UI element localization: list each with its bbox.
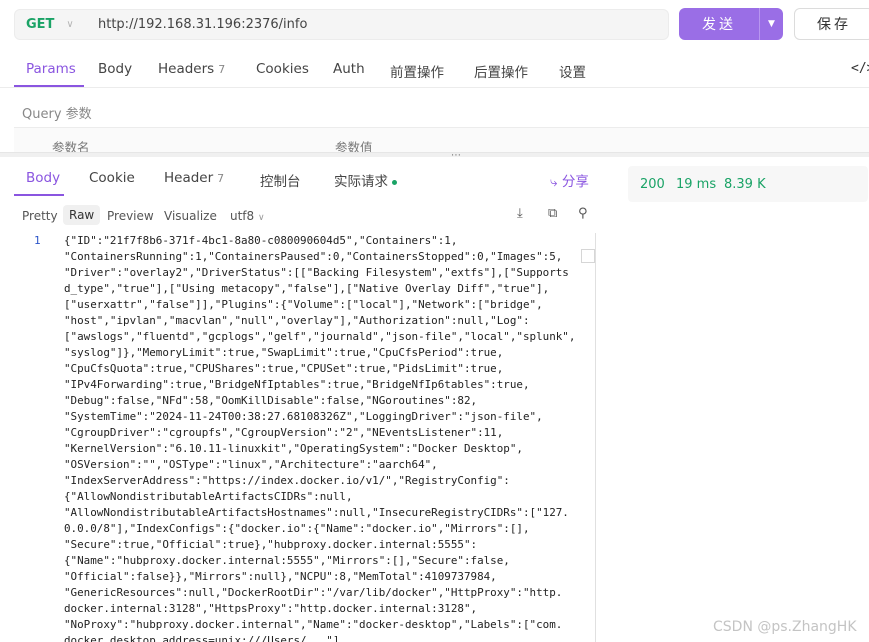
code-line: "host","ipvlan","macvlan","null","overla… — [64, 314, 530, 327]
active-tab-indicator — [14, 85, 84, 87]
tab-params[interactable]: Params — [26, 61, 76, 77]
code-line: "Debug":false,"NFd":58,"OomKillDisable":… — [64, 394, 478, 407]
response-tabs: Body Cookie Header 7 控制台 实际请求 ⤷ 分享 — [0, 160, 612, 197]
encoding-label: utf8 — [230, 209, 255, 223]
response-toolbar: Pretty Raw Preview Visualize utf8 ∨ ⤓ ⧉ … — [0, 200, 612, 228]
save-button[interactable]: 保存 — [794, 8, 869, 40]
code-line: "SystemTime":"2024-11-24T00:38:27.681083… — [64, 410, 543, 423]
tab-body[interactable]: Body — [98, 61, 132, 77]
line-number: 1 — [34, 234, 41, 247]
code-line: "ContainersRunning":1,"ContainersPaused"… — [64, 250, 563, 263]
tab-headers[interactable]: Headers 7 — [158, 61, 225, 77]
tab-headers-label: Headers — [158, 61, 215, 77]
search-icon[interactable]: ⚲ — [578, 206, 588, 221]
tab-settings[interactable]: 设置 — [559, 61, 586, 81]
active-response-tab-indicator — [14, 194, 64, 196]
code-line: "CpuCfsQuota":true,"CPUShares":true,"CPU… — [64, 362, 504, 375]
method-select[interactable]: GET ∨ — [15, 17, 87, 32]
format-preview[interactable]: Preview — [107, 206, 154, 226]
send-button[interactable]: 发送 ▼ — [679, 8, 783, 40]
chevron-down-icon[interactable]: ▼ — [759, 8, 783, 40]
code-line: "OSVersion":"","OSType":"linux","Archite… — [64, 458, 438, 471]
code-icon[interactable]: </> — [851, 61, 869, 76]
response-time: 19 ms — [676, 177, 717, 192]
url-bar[interactable]: GET ∨ http://192.168.31.196:2376/info — [14, 9, 669, 40]
query-params-title: Query 参数 — [22, 107, 92, 122]
method-label: GET — [26, 17, 55, 32]
code-line: "Secure":true,"Official":true},"hubproxy… — [64, 538, 478, 551]
code-line: "Official":false}},"Mirrors":null},"NCPU… — [64, 570, 497, 583]
panel-splitter[interactable] — [0, 152, 869, 157]
format-pretty[interactable]: Pretty — [22, 206, 58, 226]
url-input[interactable]: http://192.168.31.196:2376/info — [87, 17, 307, 32]
response-status-panel: 200 19 ms 8.39 K — [628, 166, 868, 202]
cursor-marker — [581, 249, 595, 263]
share-label: 分享 — [561, 174, 589, 190]
copy-icon[interactable]: ⧉ — [548, 206, 557, 221]
chevron-down-icon: ∨ — [258, 213, 265, 223]
code-line: "KernelVersion":"6.10.11-linuxkit","Oper… — [64, 442, 523, 455]
code-line: "Driver":"overlay2","DriverStatus":[["Ba… — [64, 266, 569, 279]
request-tabs: Params Body Headers 7 Cookies Auth 前置操作 后… — [0, 52, 869, 88]
response-size: 8.39 K — [724, 177, 766, 192]
response-body-text[interactable]: {"ID":"21f7f8b6-371f-4bc1-8a80-c08009060… — [64, 233, 584, 642]
response-body-editor[interactable]: 1 {"ID":"21f7f8b6-371f-4bc1-8a80-c080090… — [0, 233, 600, 642]
code-line: d_type","true"],["Using metacopy","false… — [64, 282, 550, 295]
code-line: {"AllowNondistributableArtifactsCIDRs":n… — [64, 490, 353, 503]
code-line: 0.0.0/8"],"IndexConfigs":{"docker.io":{"… — [64, 522, 530, 535]
code-line: docker.internal:3128","HttpsProxy":"http… — [64, 602, 478, 615]
tab-auth[interactable]: Auth — [333, 61, 365, 77]
code-line: "syslog"]},"MemoryLimit":true,"SwapLimit… — [64, 346, 504, 359]
format-visualize[interactable]: Visualize — [164, 206, 217, 226]
code-line: ["awslogs","fluentd","gcplogs","gelf","j… — [64, 330, 576, 343]
watermark: CSDN @ps.ZhangHK — [713, 619, 857, 635]
code-line: docker.desktop.address=unix:///Users/...… — [64, 634, 340, 642]
download-icon[interactable]: ⤓ — [517, 206, 523, 221]
tab-console[interactable]: 控制台 — [260, 170, 301, 190]
headers-count-badge: 7 — [218, 63, 226, 76]
code-line: {"Name":"hubproxy.docker.internal:5555",… — [64, 554, 510, 567]
tab-response-cookie[interactable]: Cookie — [89, 170, 135, 186]
code-line: "AllowNondistributableArtifactsHostnames… — [64, 506, 569, 519]
status-code: 200 — [640, 177, 665, 192]
chevron-down-icon: ∨ — [66, 19, 74, 30]
code-line: {"ID":"21f7f8b6-371f-4bc1-8a80-c08009060… — [64, 234, 458, 247]
format-raw[interactable]: Raw — [63, 205, 101, 225]
params-table-header: 参数名 参数值 — [14, 127, 869, 155]
tab-post-request[interactable]: 后置操作 — [474, 61, 528, 81]
share-icon: ⤷ — [550, 174, 558, 190]
code-line: "CgroupDriver":"cgroupfs","CgroupVersion… — [64, 426, 504, 439]
encoding-select[interactable]: utf8 ∨ — [230, 206, 265, 226]
code-line: "GenericResources":null,"DockerRootDir":… — [64, 586, 563, 599]
tab-cookies[interactable]: Cookies — [256, 61, 309, 77]
code-line: ["userxattr","false"]],"Plugins":{"Volum… — [64, 298, 543, 311]
tab-pre-request[interactable]: 前置操作 — [390, 61, 444, 81]
tab-actual-request-label: 实际请求 — [334, 174, 388, 190]
code-line: "IPv4Forwarding":true,"BridgeNfIptables"… — [64, 378, 530, 391]
tab-response-body[interactable]: Body — [26, 170, 60, 186]
send-label: 发送 — [702, 17, 736, 33]
code-line: "IndexServerAddress":"https://index.dock… — [64, 474, 510, 487]
share-button[interactable]: ⤷ 分享 — [550, 170, 589, 190]
editor-scroll-edge — [595, 233, 596, 642]
response-header-count-badge: 7 — [217, 172, 225, 185]
status-dot-icon — [392, 179, 397, 185]
tab-actual-request[interactable]: 实际请求 — [334, 170, 397, 190]
code-line: "NoProxy":"hubproxy.docker.internal","Na… — [64, 618, 563, 631]
tab-response-header-label: Header — [164, 170, 214, 186]
tab-response-header[interactable]: Header 7 — [164, 170, 224, 186]
